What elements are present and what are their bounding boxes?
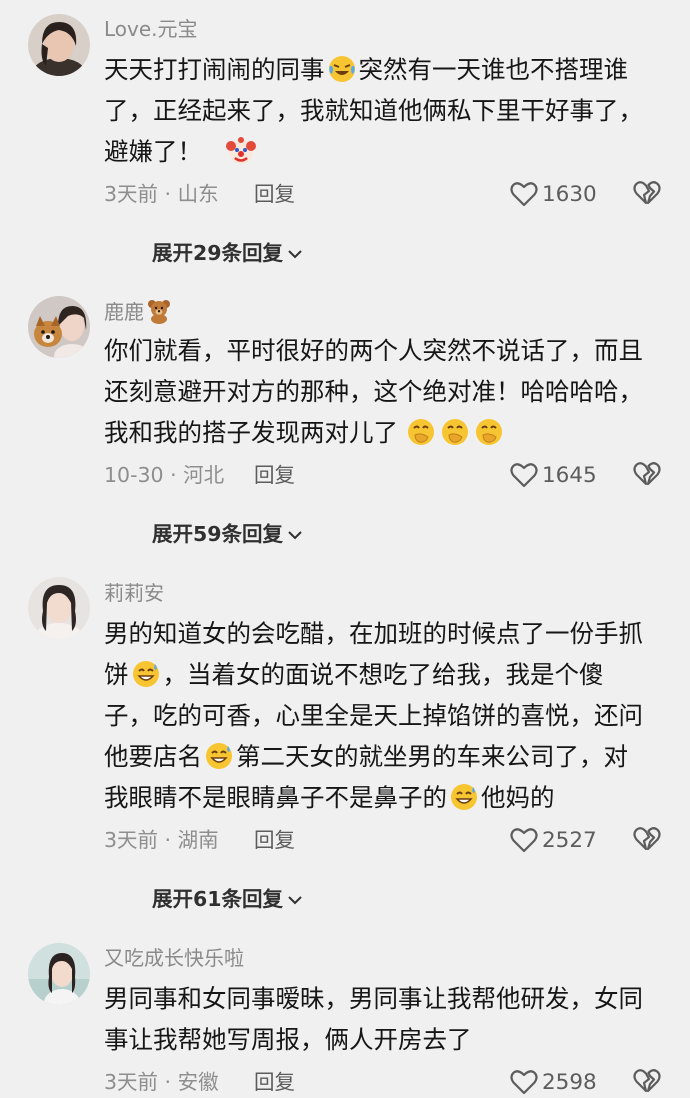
reply-button[interactable]: 回复 [254, 181, 295, 207]
like-count: 2527 [542, 827, 597, 853]
clown-emoji [226, 136, 256, 166]
avatar[interactable] [28, 14, 90, 76]
heart-icon [510, 1069, 538, 1095]
heart-icon [510, 181, 538, 207]
dislike-button[interactable] [633, 826, 663, 854]
broken-heart-icon [633, 180, 663, 206]
grinning-sweat-emoji [204, 741, 234, 771]
like-button[interactable]: 2527 [510, 825, 597, 855]
like-button[interactable]: 1645 [510, 460, 597, 490]
comment-text: 男的知道女的会吃醋，在加班的时候点了一份手抓 饼，当着女的面说不想吃了给我，我是… [104, 619, 643, 812]
avatar[interactable] [28, 577, 90, 639]
reply-button[interactable]: 回复 [254, 1069, 295, 1095]
comment-time-location: 3天前 · 山东 [104, 182, 219, 206]
comment-text: 天天打打闹闹的同事 突然有一天谁也不搭理谁 了，正经起来了，我就知道他俩私下里干好… [104, 54, 643, 166]
comment-time-location: 10-30 · 河北 [104, 463, 225, 487]
chevron-down-icon [283, 521, 304, 547]
expand-replies-button[interactable]: 展开61条回复 [152, 886, 304, 912]
teddy-bear-emoji [146, 298, 172, 324]
username[interactable]: 又吃成长快乐啦 [104, 946, 244, 970]
hand-over-mouth-emoji [474, 417, 504, 447]
like-count: 2598 [542, 1069, 597, 1095]
chevron-down-icon [283, 886, 304, 912]
comment-text: 男同事和女同事暧昧，男同事让我帮他研发，女同 事让我帮她写周报，俩人开房去了 [104, 984, 643, 1054]
reply-button[interactable]: 回复 [254, 827, 295, 853]
like-count: 1645 [542, 462, 597, 488]
broken-heart-icon [633, 826, 663, 852]
dislike-button[interactable] [633, 1068, 663, 1096]
like-count: 1630 [542, 181, 597, 207]
expand-replies-button[interactable]: 展开29条回复 [152, 240, 304, 266]
comment-text: 你们就看，平时很好的两个人突然不说话了，而且 还刻意避开对方的那种，这个绝对准！… [104, 336, 643, 447]
heart-icon [510, 827, 538, 853]
comment-time-location: 3天前 · 湖南 [104, 828, 219, 852]
comment-time-location: 3天前 · 安徽 [104, 1070, 219, 1094]
dislike-button[interactable] [633, 180, 663, 208]
expand-replies-button[interactable]: 展开59条回复 [152, 521, 304, 547]
dislike-button[interactable] [633, 461, 663, 489]
like-button[interactable]: 1630 [510, 179, 597, 209]
broken-heart-icon [633, 1068, 663, 1094]
grinning-sweat-emoji [449, 782, 479, 812]
username[interactable]: Love.元宝 [104, 17, 198, 41]
grinning-sweat-emoji [131, 659, 161, 689]
avatar[interactable] [28, 296, 90, 358]
avatar[interactable] [28, 943, 90, 1005]
like-button[interactable]: 2598 [510, 1067, 597, 1097]
hand-over-mouth-emoji [406, 417, 436, 447]
username[interactable]: 鹿鹿 [104, 298, 172, 324]
broken-heart-icon [633, 461, 663, 487]
reply-button[interactable]: 回复 [254, 462, 295, 488]
username[interactable]: 莉莉安 [104, 581, 164, 605]
crying-laughing-emoji [327, 54, 357, 84]
chevron-down-icon [283, 240, 304, 266]
hand-over-mouth-emoji [440, 417, 470, 447]
heart-icon [510, 462, 538, 488]
